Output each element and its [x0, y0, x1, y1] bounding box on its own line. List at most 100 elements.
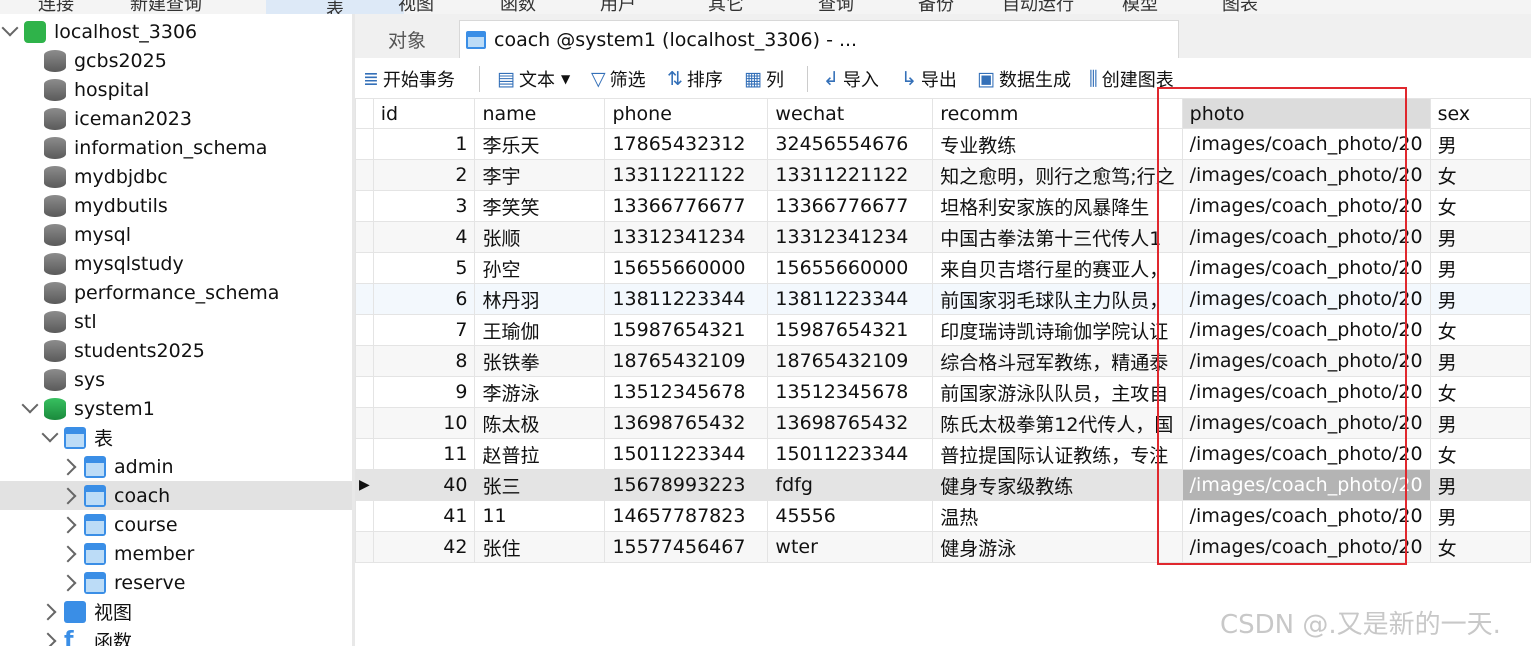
cell-id[interactable]: 9 — [372, 376, 476, 408]
row-marker[interactable] — [355, 376, 374, 408]
cell-recomm[interactable]: 温热 — [932, 500, 1183, 532]
cell-name[interactable]: 张住 — [474, 531, 606, 563]
tree-functions-group[interactable]: ƒ 函数 — [0, 626, 352, 646]
import-button[interactable]: ↲ 导入 — [823, 66, 879, 92]
table-row[interactable]: 3 李笑笑 13366776677 13366776677 坦格利安家族的风暴降生/im… — [355, 190, 1531, 222]
menu-other[interactable]: 其它 — [708, 0, 744, 14]
columns-button[interactable]: ▦ 列 — [744, 66, 784, 92]
cell-wechat[interactable]: 13311221122 — [767, 159, 934, 191]
cell-name[interactable]: 孙空 — [474, 252, 606, 284]
chevron-down-icon[interactable] — [1, 19, 19, 37]
cell-wechat[interactable]: 13366776677 — [767, 190, 934, 222]
cell-sex[interactable]: 女 — [1429, 159, 1531, 191]
tree-db-mydbutils[interactable]: mydbutils — [0, 191, 352, 220]
cell-wechat[interactable]: fdfg — [767, 469, 934, 501]
cell-id[interactable]: 1 — [372, 128, 476, 160]
cell-recomm[interactable]: 前国家游泳队队员，主攻自 — [932, 376, 1183, 408]
row-marker[interactable] — [355, 128, 374, 160]
cell-recomm[interactable]: 中国古拳法第十三代传人1 — [932, 221, 1183, 253]
tree-table-member[interactable]: member — [0, 539, 352, 568]
row-marker[interactable] — [355, 531, 374, 563]
tree-db-mysqlstudy[interactable]: mysqlstudy — [0, 249, 352, 278]
cell-name[interactable]: 李乐天 — [474, 128, 606, 160]
menu-chart[interactable]: 图表 — [1222, 0, 1258, 14]
cell-phone[interactable]: 13312341234 — [604, 221, 769, 253]
chevron-right-icon[interactable] — [59, 545, 77, 563]
tree-db-iceman2023[interactable]: iceman2023 — [0, 104, 352, 133]
cell-phone[interactable]: 18765432109 — [604, 345, 769, 377]
chevron-right-icon[interactable] — [59, 574, 77, 592]
chevron-down-icon[interactable] — [21, 396, 39, 414]
cell-recomm[interactable]: 来自贝吉塔行星的赛亚人， — [932, 252, 1183, 284]
tab-objects[interactable]: 对象 — [355, 20, 459, 58]
cell-sex[interactable]: 女 — [1429, 438, 1531, 470]
chevron-right-icon[interactable] — [39, 632, 57, 646]
cell-photo[interactable]: /images/coach_photo/20 — [1181, 438, 1431, 470]
cell-id[interactable]: 41 — [372, 500, 476, 532]
tree-tables-group[interactable]: 表 — [0, 423, 352, 452]
table-row[interactable]: 4 张顺 13312341234 13312341234 中国古拳法第十三代传人1/im… — [355, 221, 1531, 253]
row-marker[interactable] — [355, 345, 374, 377]
cell-sex[interactable]: 女 — [1429, 531, 1531, 563]
tree-db-students2025[interactable]: students2025 — [0, 336, 352, 365]
cell-wechat[interactable]: 18765432109 — [767, 345, 934, 377]
menu-model[interactable]: 模型 — [1122, 0, 1158, 14]
cell-phone[interactable]: 15011223344 — [604, 438, 769, 470]
tree-db-mysql[interactable]: mysql — [0, 220, 352, 249]
cell-id[interactable]: 42 — [372, 531, 476, 563]
cell-id[interactable]: 40 — [372, 469, 476, 501]
cell-phone[interactable]: 15987654321 — [604, 314, 769, 346]
cell-name[interactable]: 李游泳 — [474, 376, 606, 408]
cell-name[interactable]: 张顺 — [474, 221, 606, 253]
cell-recomm[interactable]: 坦格利安家族的风暴降生 — [932, 190, 1183, 222]
cell-sex[interactable]: 男 — [1429, 252, 1531, 284]
table-row[interactable]: 1 李乐天 17865432312 32456554676 专业教练/images/co… — [355, 128, 1531, 160]
cell-wechat[interactable]: 32456554676 — [767, 128, 934, 160]
tree-db-hospital[interactable]: hospital — [0, 75, 352, 104]
tree-connection[interactable]: localhost_3306 — [0, 17, 352, 46]
cell-id[interactable]: 3 — [372, 190, 476, 222]
table-row[interactable]: 11 赵普拉 15011223344 15011223344 普拉提国际认证教练，专注 /… — [355, 438, 1531, 470]
menu-functions[interactable]: 函数 — [500, 0, 536, 14]
cell-photo[interactable]: /images/coach_photo/20 — [1181, 345, 1431, 377]
cell-sex[interactable]: 女 — [1429, 190, 1531, 222]
menu-views[interactable]: 视图 — [398, 0, 434, 14]
column-header-photo[interactable]: photo — [1181, 98, 1431, 129]
cell-name[interactable]: 林丹羽 — [474, 283, 606, 315]
begin-transaction-button[interactable]: ≣ 开始事务 — [363, 66, 455, 92]
row-marker[interactable] — [355, 159, 374, 191]
cell-wechat[interactable]: 13512345678 — [767, 376, 934, 408]
cell-phone[interactable]: 14657787823 — [604, 500, 769, 532]
tree-db-mydbjdbc[interactable]: mydbjdbc — [0, 162, 352, 191]
cell-recomm[interactable]: 健身专家级教练 — [932, 469, 1183, 501]
menu-query[interactable]: 查询 — [818, 0, 854, 14]
cell-id[interactable]: 6 — [372, 283, 476, 315]
cell-photo[interactable]: /images/coach_photo/20 — [1181, 376, 1431, 408]
cell-sex[interactable]: 女 — [1429, 376, 1531, 408]
cell-id[interactable]: 11 — [372, 438, 476, 470]
cell-sex[interactable]: 男 — [1429, 221, 1531, 253]
cell-name[interactable]: 李笑笑 — [474, 190, 606, 222]
cell-id[interactable]: 4 — [372, 221, 476, 253]
menu-autorun[interactable]: 自动运行 — [1002, 0, 1074, 14]
cell-name[interactable]: 11 — [474, 500, 606, 532]
table-row[interactable]: 5 孙空 15655660000 15655660000 来自贝吉塔行星的赛亚人，/im… — [355, 252, 1531, 284]
cell-id[interactable]: 10 — [372, 407, 476, 439]
tree-db-gcbs2025[interactable]: gcbs2025 — [0, 46, 352, 75]
chevron-down-icon[interactable] — [41, 425, 59, 443]
cell-name[interactable]: 张三 — [474, 469, 606, 501]
cell-recomm[interactable]: 综合格斗冠军教练，精通泰 — [932, 345, 1183, 377]
row-marker[interactable] — [355, 314, 374, 346]
row-marker[interactable] — [355, 438, 374, 470]
chevron-right-icon[interactable] — [59, 487, 77, 505]
cell-wechat[interactable]: 45556 — [767, 500, 934, 532]
table-row[interactable]: 7 王瑜伽 15987654321 15987654321 印度瑞诗凯诗瑜伽学院认证/i… — [355, 314, 1531, 346]
cell-recomm[interactable]: 前国家羽毛球队主力队员， — [932, 283, 1183, 315]
chevron-right-icon[interactable] — [59, 516, 77, 534]
menu-connect[interactable]: 连接 — [38, 0, 74, 14]
cell-photo[interactable]: /images/coach_photo/20 — [1181, 500, 1431, 532]
table-row[interactable]: 10 陈太极 13698765432 13698765432 陈氏太极拳第12代传人，国… — [355, 407, 1531, 439]
row-marker[interactable] — [355, 252, 374, 284]
cell-phone[interactable]: 13366776677 — [604, 190, 769, 222]
menu-new-query[interactable]: 新建查询 — [130, 0, 202, 14]
